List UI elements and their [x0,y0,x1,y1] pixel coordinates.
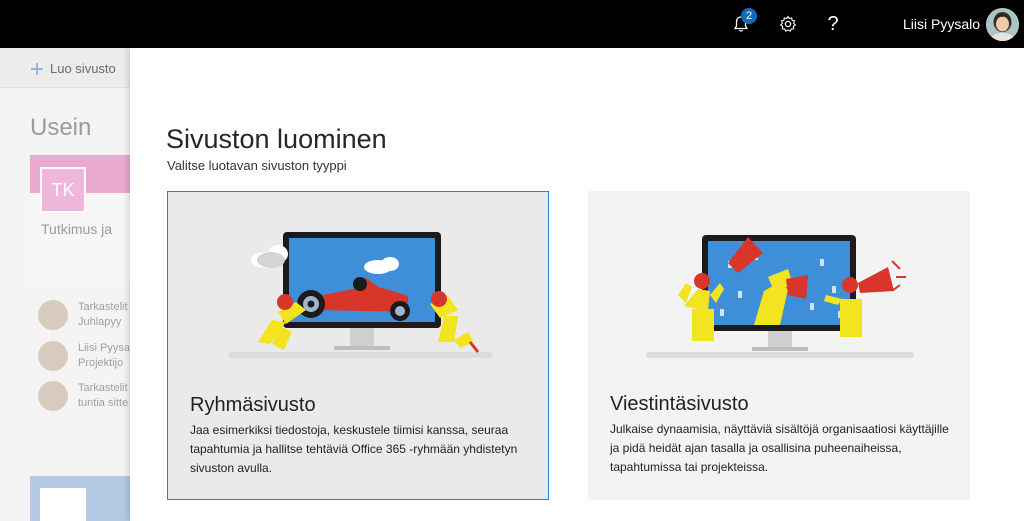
panel-subtitle: Valitse luotavan sivuston tyyppi [167,158,347,173]
site-card[interactable] [30,476,130,521]
avatar[interactable] [986,8,1019,41]
help-button[interactable]: ? [818,9,848,39]
activity-avatar [38,341,68,371]
panel-title: Sivuston luominen [166,124,387,154]
team-site-title: Ryhmäsivusto [190,394,316,416]
activity-line: Tarkastelit [78,301,128,313]
activity-item[interactable]: Tarkastelit tuntia sitte [38,381,128,411]
activity-item[interactable]: Tarkastelit Juhlapyy [38,300,128,330]
communication-site-title: Viestintäsivusto [610,393,749,415]
team-site-illustration [228,232,493,358]
help-icon: ? [827,12,839,35]
suite-header: 2 ? Liisi Pyysalo [0,0,1024,48]
settings-button[interactable] [773,9,803,39]
team-site-option[interactable]: Ryhmäsivusto Jaa esimerkiksi tiedostoja,… [167,191,549,500]
create-site-panel: Sivuston luominen Valitse luotavan sivus… [130,48,1024,521]
communication-site-description: Julkaise dynaamisia, näyttäviä sisältöjä… [610,422,949,474]
frequent-sites-heading: Usein [30,114,92,141]
activity-item[interactable]: Liisi Pyysa Projektijo [38,341,130,371]
site-name: Tutkimus ja [41,221,113,237]
activity-avatar [38,300,68,330]
activity-line: tuntia sitte [78,397,129,409]
user-photo-icon [986,8,1019,41]
gear-icon [779,15,797,32]
team-site-description: Jaa esimerkiksi tiedostoja, keskustele t… [190,423,518,475]
create-site-label: Luo sivusto [50,61,116,76]
activity-avatar [38,381,68,411]
activity-line: Juhlapyy [78,316,122,328]
activity-line: Projektijo [78,357,124,369]
site-card-thumbnail [40,488,86,521]
communication-site-illustration [646,235,914,358]
site-logo: TK [40,167,86,213]
create-site-button[interactable]: Luo sivusto [30,61,116,76]
activity-line: Liisi Pyysa [78,342,130,354]
plus-icon [31,62,43,75]
activity-line: Tarkastelit [78,382,128,394]
notification-badge: 2 [741,8,757,24]
user-name[interactable]: Liisi Pyysalo [903,16,980,32]
communication-site-option[interactable]: Viestintäsivusto Julkaise dynaamisia, nä… [588,191,970,500]
site-card[interactable]: TK Tutkimus ja [30,155,130,285]
